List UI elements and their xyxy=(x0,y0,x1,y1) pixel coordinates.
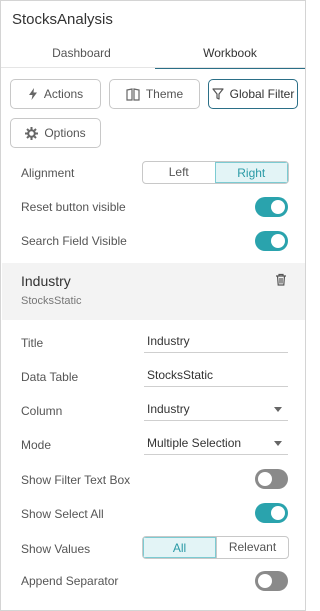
tab-divider xyxy=(1,67,305,68)
column-label: Column xyxy=(21,404,63,418)
show-values-relevant-option[interactable]: Relevant xyxy=(216,537,288,558)
funnel-icon xyxy=(212,88,224,100)
append-separator-label: Append Separator xyxy=(21,574,119,588)
reset-button-visible-toggle[interactable] xyxy=(255,197,288,217)
actions-button[interactable]: Actions xyxy=(10,79,101,109)
show-filter-text-box-toggle[interactable] xyxy=(255,469,288,489)
alignment-label: Alignment xyxy=(21,166,75,180)
lightning-icon xyxy=(28,88,38,100)
theme-button[interactable]: Theme xyxy=(109,79,200,109)
data-table-label: Data Table xyxy=(21,370,79,384)
alignment-right-option[interactable]: Right xyxy=(214,162,288,183)
filter-header[interactable]: Industry StocksStatic xyxy=(2,263,305,320)
show-filter-text-box-label: Show Filter Text Box xyxy=(21,473,131,487)
chevron-down-icon xyxy=(274,441,282,446)
show-values-label: Show Values xyxy=(21,542,91,556)
tab-bar: Dashboard Workbook xyxy=(1,39,305,69)
title-label: Title xyxy=(21,336,44,350)
title-input[interactable]: Industry xyxy=(144,331,288,353)
options-button[interactable]: Options xyxy=(10,118,101,148)
trash-icon[interactable] xyxy=(275,273,287,289)
column-value: Industry xyxy=(147,402,190,416)
mode-value: Multiple Selection xyxy=(147,436,242,450)
chevron-down-icon xyxy=(274,407,282,412)
gear-icon xyxy=(25,126,39,140)
book-icon xyxy=(126,87,140,101)
panel: StocksAnalysis Dashboard Workbook Action… xyxy=(0,0,306,611)
global-filter-label: Global Filter xyxy=(229,87,295,101)
search-field-visible-toggle[interactable] xyxy=(255,231,288,251)
filter-name: Industry xyxy=(21,273,71,289)
filter-source: StocksStatic xyxy=(21,295,82,307)
mode-select[interactable]: Multiple Selection xyxy=(144,433,288,455)
tab-dashboard[interactable]: Dashboard xyxy=(9,39,154,69)
show-values-segmented: All Relevant xyxy=(142,536,289,559)
column-select[interactable]: Industry xyxy=(144,399,288,421)
app-title: StocksAnalysis xyxy=(12,11,113,28)
data-table-input[interactable]: StocksStatic xyxy=(144,365,288,387)
theme-label: Theme xyxy=(145,87,184,101)
search-field-visible-label: Search Field Visible xyxy=(21,234,127,248)
actions-label: Actions xyxy=(43,87,84,101)
show-values-all-option[interactable]: All xyxy=(143,537,216,558)
global-filter-button[interactable]: Global Filter xyxy=(208,79,298,109)
append-separator-toggle[interactable] xyxy=(255,571,288,591)
show-select-all-toggle[interactable] xyxy=(255,503,288,523)
options-label: Options xyxy=(44,126,86,140)
mode-label: Mode xyxy=(21,438,52,452)
show-select-all-label: Show Select All xyxy=(21,507,104,521)
tab-workbook[interactable]: Workbook xyxy=(155,39,305,69)
alignment-segmented: Left Right xyxy=(142,161,289,184)
reset-button-visible-label: Reset button visible xyxy=(21,200,126,214)
alignment-left-option[interactable]: Left xyxy=(143,162,215,183)
